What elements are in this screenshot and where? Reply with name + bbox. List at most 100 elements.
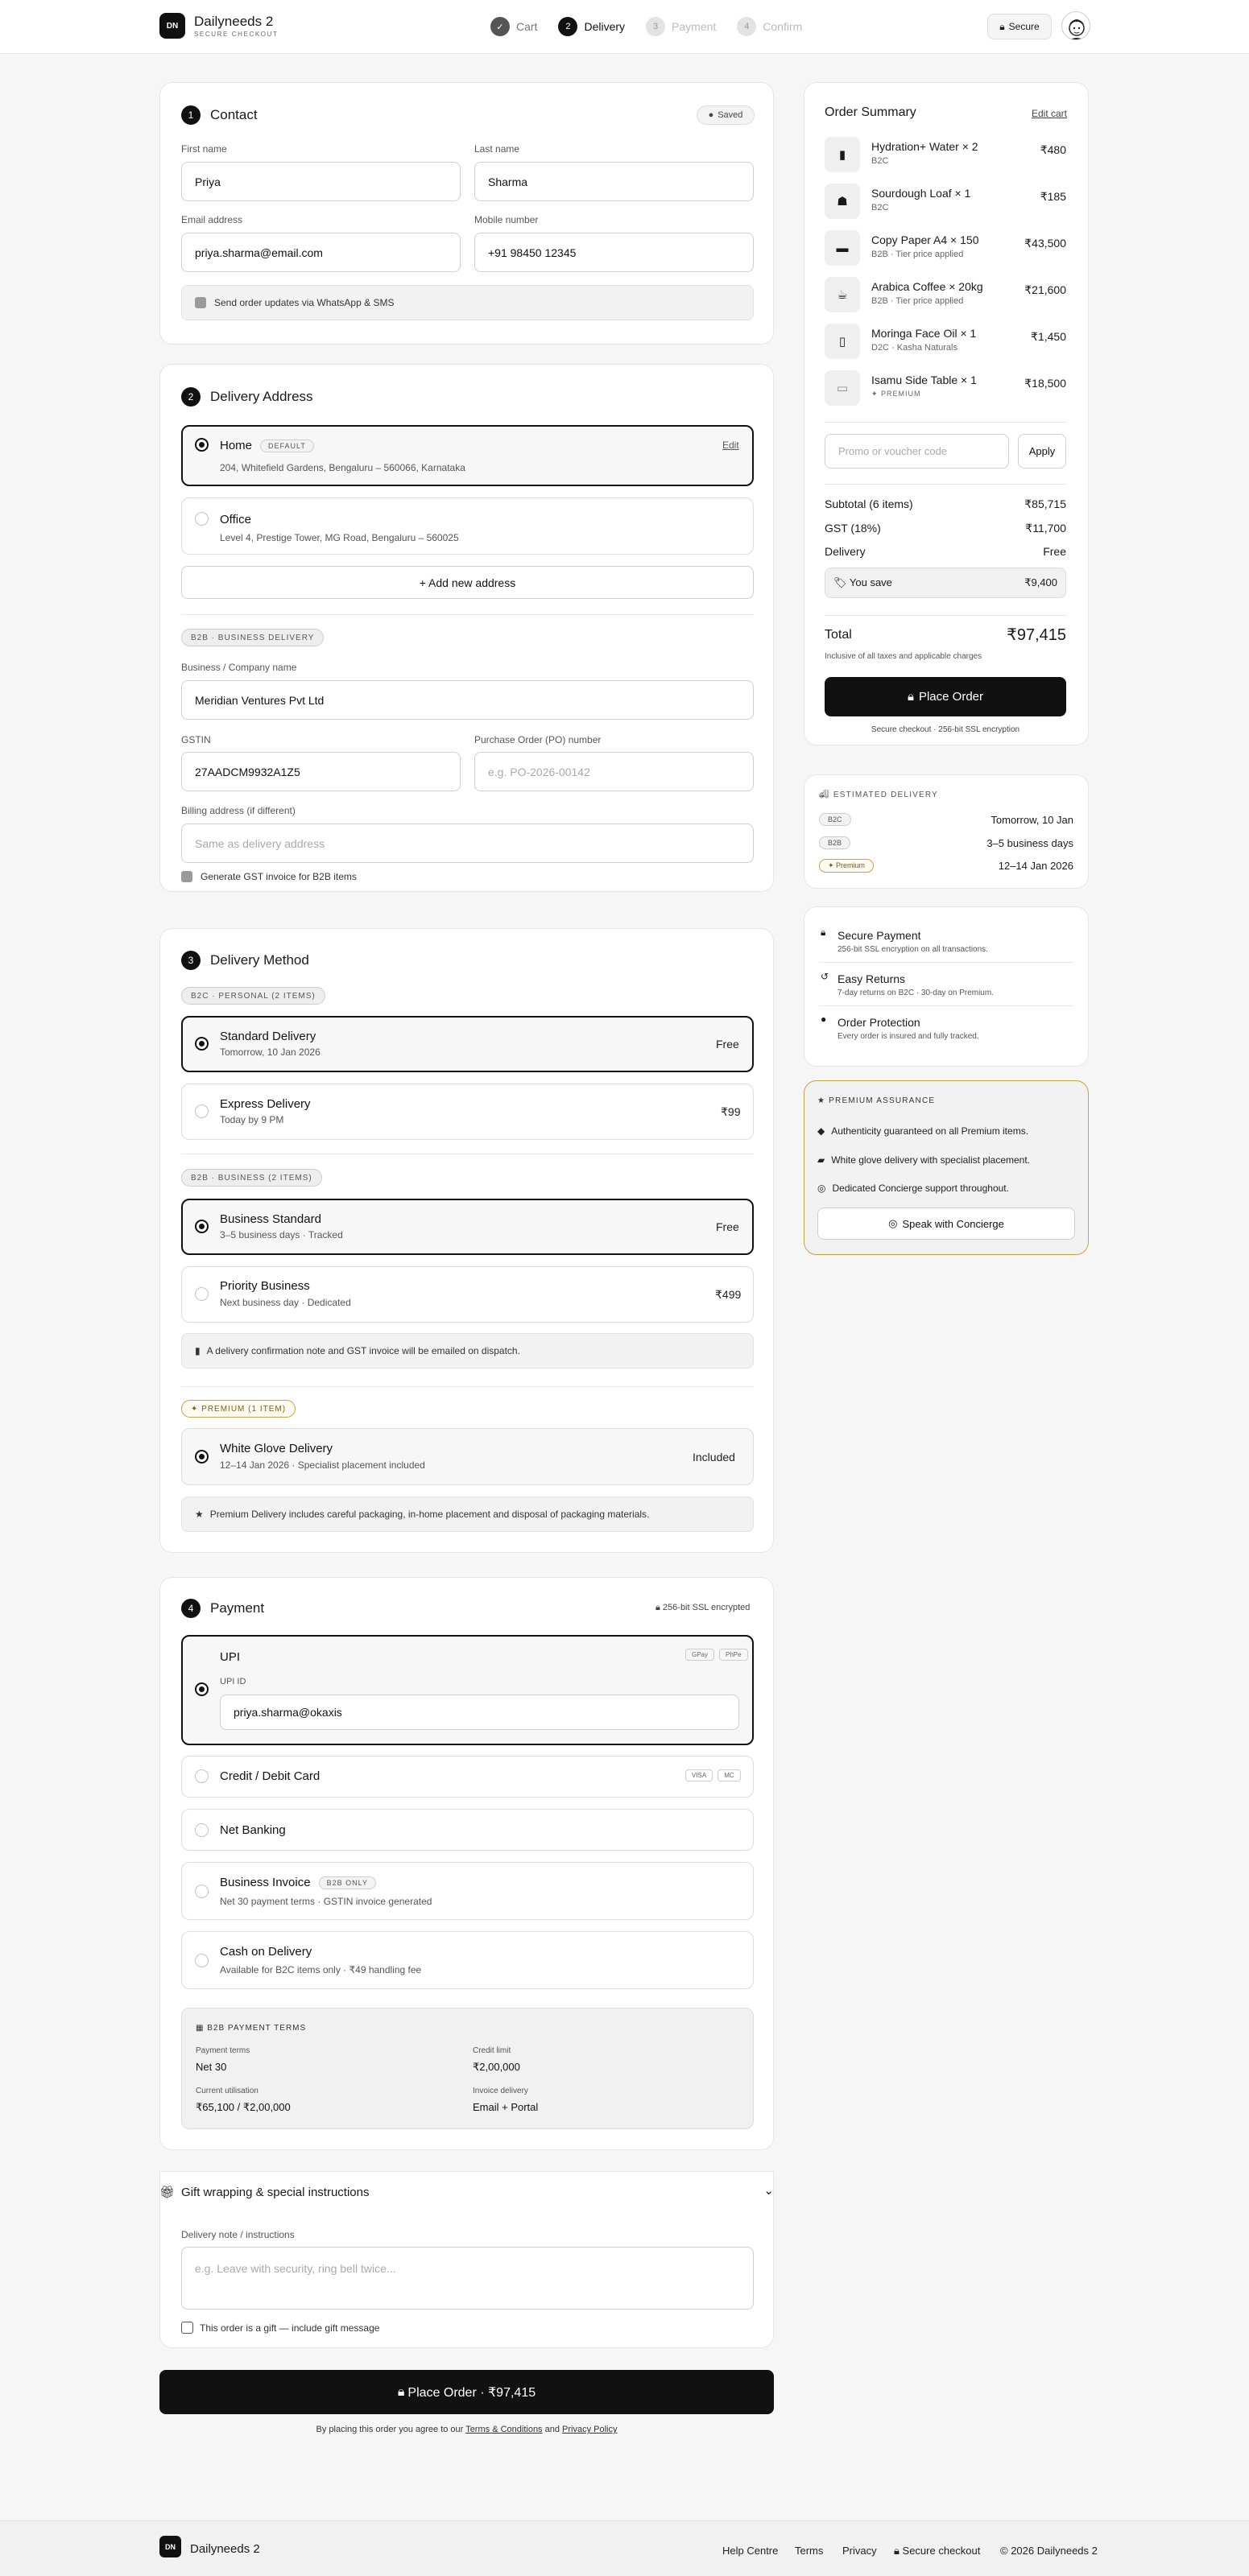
cod-radio[interactable]: [195, 1954, 209, 1967]
logo[interactable]: DN: [159, 13, 185, 39]
white-glove-option[interactable]: [181, 1428, 754, 1485]
summary-item: ☗ Sourdough Loaf × 1 B2C ₹185: [825, 184, 1066, 219]
step-delivery[interactable]: 2 Delivery: [558, 17, 625, 36]
office-radio[interactable]: [195, 512, 209, 526]
step-label: Cart: [516, 20, 538, 33]
gift-checkbox[interactable]: [181, 2322, 193, 2334]
cod-option[interactable]: [181, 1931, 754, 1989]
address-option-office[interactable]: [181, 497, 754, 555]
section-number: 3: [181, 951, 201, 970]
edit-cart-link[interactable]: Edit cart: [1032, 108, 1067, 119]
email-input[interactable]: priya.sharma@email.com: [181, 233, 461, 272]
cod-sub: Available for B2C items only · ₹49 handl…: [220, 1964, 422, 1975]
item-price: ₹1,450: [1031, 330, 1066, 343]
item-price: ₹43,500: [1024, 237, 1066, 250]
footer-terms-link[interactable]: Terms: [795, 2545, 823, 2557]
express-delivery-option[interactable]: [181, 1084, 754, 1140]
cod-title: Cash on Delivery: [220, 1945, 312, 1959]
express-radio[interactable]: [195, 1104, 209, 1118]
summary-title: Order Summary: [825, 105, 916, 119]
address-option-home[interactable]: [181, 425, 754, 486]
est-value: Tomorrow, 10 Jan: [991, 813, 1073, 826]
check-circle-icon: ●: [708, 110, 714, 120]
priority-business-option[interactable]: [181, 1266, 754, 1323]
step-cart[interactable]: ✓ Cart: [490, 17, 537, 36]
card-chips: VISA MC: [680, 1769, 741, 1781]
standard-delivery-option[interactable]: [181, 1016, 754, 1072]
company-input[interactable]: Meridian Ventures Pvt Ltd: [181, 680, 754, 720]
truck-icon: 🚚︎: [819, 791, 833, 799]
concierge-button[interactable]: ◎ Speak with Concierge: [817, 1208, 1075, 1240]
apply-button[interactable]: Apply: [1018, 434, 1066, 469]
return-icon: ↺: [821, 971, 829, 982]
business-standard-option[interactable]: [181, 1199, 754, 1255]
item-sub: B2C: [871, 156, 889, 166]
section-title: Contact: [210, 107, 258, 122]
gst-invoice-row[interactable]: Generate GST invoice for B2B items: [181, 871, 357, 882]
white-glove-radio[interactable]: [195, 1450, 209, 1463]
card-title: Credit / Debit Card: [220, 1769, 321, 1783]
edit-address-link[interactable]: Edit: [722, 440, 739, 451]
note-label: Delivery note / instructions: [181, 2229, 295, 2240]
ssl-label: 🔒︎ 256-bit SSL encrypted: [656, 1603, 750, 1613]
upi-id-input[interactable]: priya.sharma@okaxis: [220, 1695, 739, 1730]
promo-input[interactable]: Promo or voucher code: [825, 434, 1009, 469]
business-standard-radio[interactable]: [195, 1220, 209, 1233]
summary-item: ☕︎ Arabica Coffee × 20kg B2B · Tier price …: [825, 277, 1066, 312]
section-number: 2: [181, 387, 201, 407]
terms-link[interactable]: Terms & Conditions: [465, 2425, 542, 2434]
place-order-button[interactable]: 🔒︎ Place Order · ₹97,415: [159, 2370, 774, 2414]
note-textarea[interactable]: e.g. Leave with security, ring bell twic…: [181, 2247, 754, 2310]
upi-radio[interactable]: [195, 1682, 209, 1696]
footer-secure: 🔒︎ Secure checkout: [894, 2545, 980, 2557]
add-address-button[interactable]: + Add new address: [181, 566, 754, 599]
item-name: Hydration+ Water × 2: [871, 140, 978, 153]
priority-radio[interactable]: [195, 1287, 209, 1301]
gstin-input[interactable]: 27AADCM9932A1Z5: [181, 752, 461, 791]
contact-title: 1 Contact: [181, 105, 258, 125]
trust-sub: 256-bit SSL encryption on all transactio…: [837, 945, 988, 954]
savings-value: ₹9,400: [1024, 576, 1057, 588]
order-summary-card: [804, 82, 1089, 745]
truck-icon: ▰: [817, 1154, 825, 1166]
footer-privacy-link[interactable]: Privacy: [842, 2545, 877, 2557]
avatar[interactable]: [1061, 11, 1090, 40]
lock-icon: 🔒︎: [397, 2384, 405, 2399]
gpay-chip: GPay: [685, 1649, 715, 1661]
summary-place-order-button[interactable]: 🔒︎ Place Order: [825, 677, 1066, 716]
gift-checkbox-row[interactable]: This order is a gift — include gift mess…: [181, 2322, 379, 2334]
item-sub: B2B · Tier price applied: [871, 296, 964, 306]
est-row-b2b: B2B 3–5 business days: [819, 834, 1073, 852]
footer-logo[interactable]: DN: [159, 2536, 181, 2557]
updates-checkbox-row[interactable]: Send order updates via WhatsApp & SMS: [181, 285, 754, 320]
brand-name: Dailyneeds 2: [194, 14, 274, 29]
standard-radio[interactable]: [195, 1037, 209, 1051]
card-radio[interactable]: [195, 1769, 209, 1783]
po-input[interactable]: e.g. PO-2026-00142: [474, 752, 754, 791]
mobile-input[interactable]: +91 98450 12345: [474, 233, 754, 272]
billing-input[interactable]: Same as delivery address: [181, 824, 754, 863]
gift-title: Gift wrapping & special instructions: [181, 2185, 370, 2199]
step-payment[interactable]: 3 Payment: [646, 17, 716, 36]
gst-row: GST (18%) ₹11,700: [825, 522, 1066, 536]
updates-checkbox[interactable]: [195, 297, 206, 308]
shield-icon: ◆: [817, 1125, 825, 1137]
bottle-icon: ▮: [825, 137, 860, 172]
help-centre-link[interactable]: Help Centre: [722, 2545, 778, 2557]
gst-invoice-checkbox[interactable]: [181, 871, 192, 882]
business-invoice-option[interactable]: [181, 1862, 754, 1920]
home-radio[interactable]: [195, 438, 209, 452]
first-name-input[interactable]: Priya: [181, 162, 461, 201]
saved-label: Saved: [718, 110, 743, 120]
invoice-radio[interactable]: [195, 1885, 209, 1898]
white-glove-price: Included: [693, 1451, 735, 1463]
last-name-input[interactable]: Sharma: [474, 162, 754, 201]
savings-label: You save: [849, 576, 892, 588]
mobile-label: Mobile number: [474, 214, 539, 225]
privacy-link[interactable]: Privacy Policy: [562, 2425, 617, 2434]
netbanking-radio[interactable]: [195, 1823, 209, 1837]
assurance-row: ◆ Authenticity guaranteed on all Premium …: [817, 1125, 1028, 1137]
gift-toggle[interactable]: 🎁︎ Gift wrapping & special instructions ⌄: [159, 2184, 774, 2199]
priority-price: ₹499: [715, 1288, 742, 1301]
step-confirm[interactable]: 4 Confirm: [737, 17, 802, 36]
